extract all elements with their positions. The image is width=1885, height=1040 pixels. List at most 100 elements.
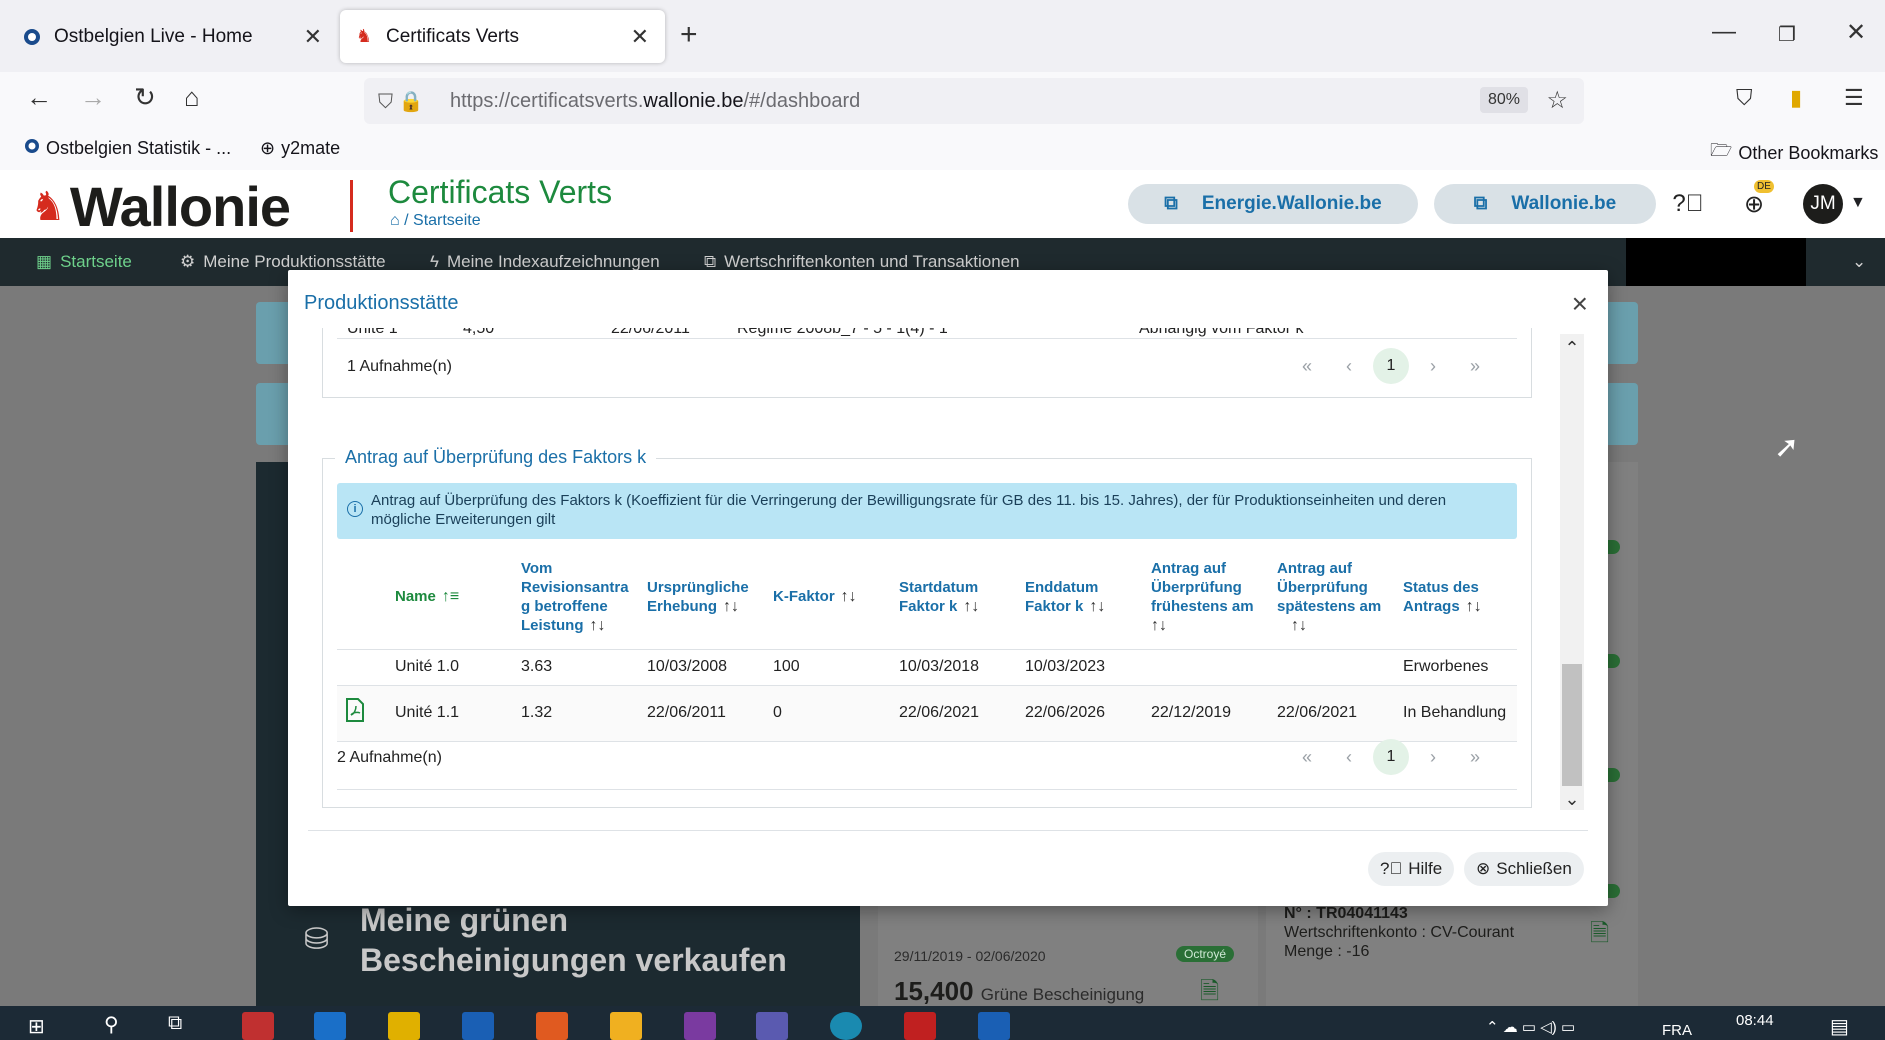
back-arrow-icon[interactable]: ← <box>26 82 52 113</box>
col-header-name[interactable]: Name ↑≡ <box>387 553 513 650</box>
next-page-icon[interactable]: › <box>1415 348 1451 384</box>
task-view-icon[interactable]: ⧉ <box>168 1012 182 1035</box>
sort-icon[interactable]: ↑↓ <box>723 598 739 615</box>
energie-link-button[interactable]: ⧉ Energie.Wallonie.be <box>1128 184 1418 224</box>
sort-icon[interactable]: ↑↓ <box>1291 617 1307 634</box>
file-explorer-icon[interactable] <box>610 1012 642 1040</box>
calculator-icon[interactable] <box>242 1012 274 1040</box>
current-page[interactable]: 1 <box>1373 739 1409 775</box>
next-page-icon[interactable]: › <box>1415 739 1451 775</box>
teams-icon[interactable] <box>756 1012 788 1040</box>
modal-scrollbar[interactable]: ⌃ ⌄ <box>1560 334 1584 810</box>
col-header-status[interactable]: Status des Antrags ↑↓ <box>1395 553 1517 650</box>
prev-page-icon[interactable]: ‹ <box>1331 348 1367 384</box>
chevron-down-icon[interactable]: ▼ <box>1850 194 1866 212</box>
acrobat-icon[interactable] <box>904 1012 936 1040</box>
row-divider <box>337 338 1517 339</box>
sell-certificates-link[interactable]: Meine grünen Bescheinigungen verkaufen <box>360 900 787 980</box>
col-header-spaetestens[interactable]: Antrag auf Überprüfung spätestens am ↑↓ <box>1269 553 1395 650</box>
prev-page-icon[interactable]: ‹ <box>1331 739 1367 775</box>
current-page[interactable]: 1 <box>1373 348 1409 384</box>
nav-startseite[interactable]: ▦ Startseite <box>36 252 132 272</box>
scroll-up-icon[interactable]: ⌃ <box>1560 338 1584 359</box>
onenote-icon[interactable] <box>684 1012 716 1040</box>
globe-icon: ⊕ <box>260 138 276 158</box>
home-icon[interactable]: ⌂ <box>390 212 400 229</box>
first-page-icon[interactable]: « <box>1289 739 1325 775</box>
scroll-down-icon[interactable]: ⌄ <box>1560 789 1584 810</box>
minimize-icon[interactable]: — <box>1712 18 1736 46</box>
nav-produktionsstaette[interactable]: ⚙ Meine Produktionsstätte <box>180 252 386 272</box>
tab-certificats-verts[interactable]: ♞ Certificats Verts ✕ <box>340 10 665 63</box>
help-circle-icon[interactable]: ?⃝ <box>1670 186 1706 222</box>
firefox-icon[interactable] <box>536 1012 568 1040</box>
menu-hamburger-icon[interactable]: ☰ <box>1844 85 1864 111</box>
reload-icon[interactable]: ↻ <box>134 82 156 113</box>
edge-icon[interactable] <box>830 1012 862 1040</box>
breadcrumb-startseite[interactable]: Startseite <box>413 212 481 229</box>
input-language[interactable]: FRA <box>1662 1022 1692 1039</box>
last-page-icon[interactable]: » <box>1457 739 1493 775</box>
clock-time[interactable]: 08:44 <box>1736 1012 1774 1029</box>
bookmark-star-icon[interactable]: ☆ <box>1546 86 1568 115</box>
extension-icon[interactable]: ▮ <box>1790 85 1802 111</box>
col-header-k-faktor[interactable]: K-Faktor ↑↓ <box>765 553 891 650</box>
nav-indexaufzeichnungen[interactable]: ϟ Meine Indexaufzeichnungen <box>430 252 660 272</box>
sort-icon[interactable]: ↑↓ <box>1151 617 1167 634</box>
windows-start-icon[interactable]: ⊞ <box>28 1014 45 1039</box>
scrollbar-thumb[interactable] <box>1562 664 1582 786</box>
col-header-leistung[interactable]: Vom Revisionsantra g betroffene Leistung… <box>513 553 639 650</box>
cut-cell: 22/06/2011 <box>611 328 690 337</box>
chevron-down-icon[interactable]: ⌄ <box>1852 252 1866 272</box>
document-icon[interactable]: 🗎 <box>1590 916 1609 957</box>
pocket-icon[interactable]: ⛉ <box>1736 85 1753 111</box>
col-header-startdatum[interactable]: Startdatum Faktor k ↑↓ <box>891 553 1017 650</box>
outlook-icon[interactable] <box>462 1012 494 1040</box>
language-globe-icon[interactable]: ⊕ DE <box>1736 180 1774 222</box>
sort-icon[interactable]: ↑↓ <box>1089 598 1105 615</box>
pdf-document-icon[interactable] <box>345 697 365 729</box>
new-tab-button[interactable]: + <box>680 18 698 52</box>
first-page-icon[interactable]: « <box>1289 348 1325 384</box>
forward-arrow-icon[interactable]: → <box>80 82 106 113</box>
sort-icon[interactable]: ↑↓ <box>590 617 606 634</box>
cell-startdatum: 22/06/2021 <box>891 685 1017 742</box>
url-bar[interactable]: ⛉ 🔒 https://certificatsverts.wallonie.be… <box>364 78 1584 124</box>
tab-ostbelgien[interactable]: Ostbelgien Live - Home ✕ <box>8 10 338 63</box>
sort-asc-icon[interactable]: ↑≡ <box>442 588 459 605</box>
sort-icon[interactable]: ↑↓ <box>963 598 979 615</box>
wallonie-link-button[interactable]: ⧉ Wallonie.be <box>1434 184 1656 224</box>
avatar[interactable]: JM <box>1803 184 1843 224</box>
browser-navigation-bar: ← → ↻ ⌂ ⛉ 🔒 https://certificatsverts.wal… <box>0 72 1885 128</box>
system-tray-icons[interactable]: ⌃ ☁ ▭ ◁) ▭ <box>1486 1018 1575 1036</box>
help-button[interactable]: ?⃝ Hilfe <box>1368 852 1455 886</box>
close-button-label: Schließen <box>1496 859 1572 878</box>
home-icon[interactable]: ⌂ <box>184 82 200 113</box>
col-header-erhebung[interactable]: Ursprüngliche Erhebung ↑↓ <box>639 553 765 650</box>
col-header-fruehestens[interactable]: Antrag auf Überprüfung frühestens am ↑↓ <box>1143 553 1269 650</box>
search-icon[interactable]: ⚲ <box>104 1012 119 1037</box>
nav-wertschriftenkonten[interactable]: ⧉ Wertschriftenkonten und Transaktionen <box>704 252 1020 272</box>
lightning-icon: ϟ <box>430 252 439 271</box>
sort-icon[interactable]: ↑↓ <box>1466 598 1482 615</box>
edge-legacy-icon[interactable] <box>314 1012 346 1040</box>
bg-period: 29/11/2019 - 02/06/2020 <box>894 948 1046 964</box>
last-page-icon[interactable]: » <box>1457 348 1493 384</box>
restore-icon[interactable]: ❐ <box>1778 22 1796 47</box>
tab-close-icon[interactable]: ✕ <box>631 24 649 50</box>
window-close-icon[interactable]: ✕ <box>1846 18 1866 47</box>
modal-close-icon[interactable]: × <box>1572 288 1588 320</box>
sort-icon[interactable]: ↑↓ <box>841 588 857 605</box>
wallonie-logo[interactable]: ♞ Wallonie <box>30 174 291 239</box>
other-bookmarks[interactable]: 🗁 Other Bookmarks <box>1710 138 1878 168</box>
col-header-enddatum[interactable]: Enddatum Faktor k ↑↓ <box>1017 553 1143 650</box>
notifications-icon[interactable]: ▤ <box>1830 1014 1849 1039</box>
pagination: « ‹ 1 › » <box>1283 348 1493 384</box>
bookmark-y2mate[interactable]: ⊕ y2mate <box>260 138 340 159</box>
file-app-icon[interactable] <box>388 1012 420 1040</box>
close-button[interactable]: ⊗ Schließen <box>1464 852 1584 886</box>
tab-close-icon[interactable]: ✕ <box>304 24 322 50</box>
word-icon[interactable] <box>978 1012 1010 1040</box>
zoom-level[interactable]: 80% <box>1479 87 1528 113</box>
bookmark-ostbelgien[interactable]: Ostbelgien Statistik - ... <box>24 138 231 159</box>
